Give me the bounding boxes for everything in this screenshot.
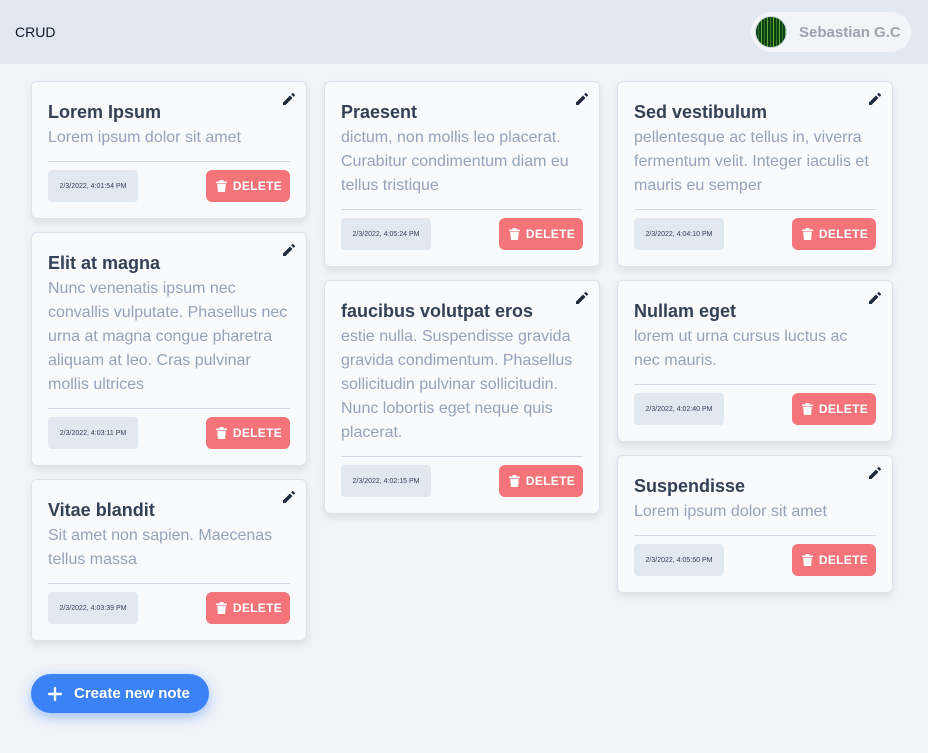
note-title: Praesent xyxy=(341,102,418,122)
note-timestamp: 2/3/2022, 4:02:40 PM xyxy=(634,393,724,425)
notes-column-2: Praesent dictum, non mollis leo placerat… xyxy=(324,81,600,527)
note-body: Lorem ipsum dolor sit amet xyxy=(48,126,290,162)
note-title: Suspendisse xyxy=(634,476,746,496)
note-card: Nullam eget lorem ut urna cursus luctus … xyxy=(617,280,893,442)
create-note-button[interactable]: Create new note xyxy=(31,674,209,713)
trash-icon xyxy=(508,475,520,487)
note-card: Lorem Ipsum Lorem ipsum dolor sit amet 2… xyxy=(31,81,307,219)
delete-label: DELETE xyxy=(232,179,282,193)
notes-column-1: Lorem Ipsum Lorem ipsum dolor sit amet 2… xyxy=(31,81,307,654)
note-footer: 2/3/2022, 4:04:10 PM DELETE xyxy=(634,218,876,250)
trash-icon xyxy=(215,180,227,192)
note-card: Elit at magna Nunc venenatis ipsum nec c… xyxy=(31,232,307,466)
delete-label: DELETE xyxy=(818,227,868,241)
note-card: Praesent dictum, non mollis leo placerat… xyxy=(324,81,600,267)
delete-label: DELETE xyxy=(818,553,868,567)
note-timestamp: 2/3/2022, 4:02:15 PM xyxy=(341,465,431,497)
note-timestamp: 2/3/2022, 4:03:39 PM xyxy=(48,592,138,624)
note-timestamp: 2/3/2022, 4:03:11 PM xyxy=(48,417,138,449)
create-note-label: Create new note xyxy=(74,685,190,702)
note-timestamp: 2/3/2022, 4:05:50 PM xyxy=(634,544,724,576)
pencil-icon[interactable] xyxy=(282,92,296,106)
note-card: faucibus volutpat eros estie nulla. Susp… xyxy=(324,280,600,514)
note-title: Nullam eget xyxy=(634,301,737,321)
note-timestamp: 2/3/2022, 4:01:54 PM xyxy=(48,170,138,202)
note-footer: 2/3/2022, 4:05:50 PM DELETE xyxy=(634,544,876,576)
delete-button[interactable]: DELETE xyxy=(205,592,290,624)
pencil-icon[interactable] xyxy=(575,291,589,305)
pencil-icon[interactable] xyxy=(868,466,882,480)
notes-column-3: Sed vestibulum pellentesque ac tellus in… xyxy=(617,81,893,606)
trash-icon xyxy=(801,554,813,566)
note-footer: 2/3/2022, 4:02:15 PM DELETE xyxy=(341,465,583,497)
trash-icon xyxy=(801,403,813,415)
trash-icon xyxy=(215,427,227,439)
pencil-icon[interactable] xyxy=(868,92,882,106)
note-body: estie nulla. Suspendisse gravida gravida… xyxy=(341,325,583,457)
note-card: Sed vestibulum pellentesque ac tellus in… xyxy=(617,81,893,267)
note-title: Vitae blandit xyxy=(48,500,155,520)
note-footer: 2/3/2022, 4:05:24 PM DELETE xyxy=(341,218,583,250)
delete-label: DELETE xyxy=(818,402,868,416)
trash-icon xyxy=(215,602,227,614)
user-menu[interactable]: Sebastian G.C xyxy=(751,12,911,52)
note-title: faucibus volutpat eros xyxy=(341,301,534,321)
note-title: Sed vestibulum xyxy=(634,102,768,122)
pencil-icon[interactable] xyxy=(575,92,589,106)
app-title: CRUD xyxy=(15,24,56,40)
note-body: Lorem ipsum dolor sit amet xyxy=(634,500,876,536)
note-body: Sit amet non sapien. Maecenas tellus mas… xyxy=(48,524,290,584)
pencil-icon[interactable] xyxy=(282,243,296,257)
note-card: Suspendisse Lorem ipsum dolor sit amet 2… xyxy=(617,455,893,593)
note-footer: 2/3/2022, 4:03:11 PM DELETE xyxy=(48,417,290,449)
note-title: Lorem Ipsum xyxy=(48,102,162,122)
pencil-icon[interactable] xyxy=(868,291,882,305)
delete-button[interactable]: DELETE xyxy=(498,465,583,497)
note-timestamp: 2/3/2022, 4:05:24 PM xyxy=(341,218,431,250)
delete-label: DELETE xyxy=(232,426,282,440)
top-bar: CRUD Sebastian G.C xyxy=(0,0,928,64)
note-timestamp: 2/3/2022, 4:04:10 PM xyxy=(634,218,724,250)
delete-button[interactable]: DELETE xyxy=(498,218,583,250)
note-body: pellentesque ac tellus in, viverra ferme… xyxy=(634,126,876,210)
delete-button[interactable]: DELETE xyxy=(791,544,876,576)
delete-button[interactable]: DELETE xyxy=(791,393,876,425)
plus-icon xyxy=(48,686,62,701)
note-body: Nunc venenatis ipsum nec convallis vulpu… xyxy=(48,277,290,409)
trash-icon xyxy=(508,228,520,240)
note-footer: 2/3/2022, 4:01:54 PM DELETE xyxy=(48,170,290,202)
note-card: Vitae blandit Sit amet non sapien. Maece… xyxy=(31,479,307,641)
note-body: dictum, non mollis leo placerat. Curabit… xyxy=(341,126,583,210)
delete-label: DELETE xyxy=(232,601,282,615)
note-title: Elit at magna xyxy=(48,253,161,273)
delete-button[interactable]: DELETE xyxy=(205,170,290,202)
note-body: lorem ut urna cursus luctus ac nec mauri… xyxy=(634,325,876,385)
note-footer: 2/3/2022, 4:03:39 PM DELETE xyxy=(48,592,290,624)
delete-button[interactable]: DELETE xyxy=(205,417,290,449)
delete-label: DELETE xyxy=(525,227,575,241)
trash-icon xyxy=(801,228,813,240)
pencil-icon[interactable] xyxy=(282,490,296,504)
avatar xyxy=(755,16,787,48)
delete-button[interactable]: DELETE xyxy=(791,218,876,250)
note-footer: 2/3/2022, 4:02:40 PM DELETE xyxy=(634,393,876,425)
user-name: Sebastian G.C xyxy=(799,24,901,41)
delete-label: DELETE xyxy=(525,474,575,488)
